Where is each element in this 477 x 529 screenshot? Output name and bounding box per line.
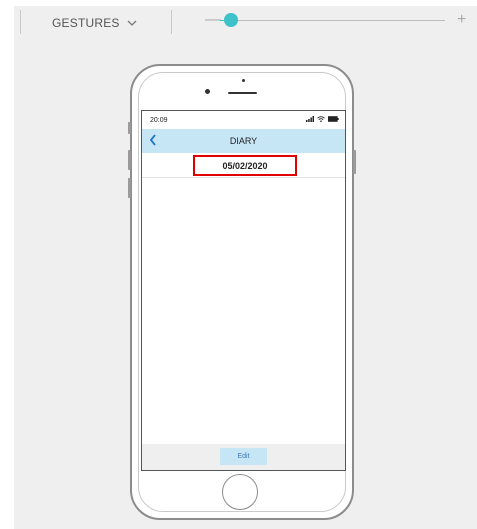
- wifi-icon: [317, 116, 325, 122]
- zoom-slider-track[interactable]: [220, 20, 445, 21]
- bottom-bar: Edit: [142, 444, 345, 470]
- status-bar: 20:09: [142, 111, 345, 129]
- signal-icon: [306, 116, 314, 122]
- battery-icon: [328, 116, 339, 122]
- date-highlight[interactable]: 05/02/2020: [193, 155, 297, 176]
- home-button[interactable]: [222, 474, 258, 510]
- gestures-label: GESTURES: [52, 16, 120, 30]
- phone-screen: 20:09 DIARY 05/02/2020 Edit: [141, 110, 346, 471]
- status-time: 20:09: [150, 117, 168, 124]
- chevron-down-icon: [127, 20, 137, 26]
- date-value: 05/02/2020: [222, 160, 268, 171]
- power-button: [353, 150, 356, 174]
- toolbar-divider: [171, 10, 172, 34]
- gestures-dropdown[interactable]: GESTURES: [52, 15, 138, 31]
- toolbar-divider: [20, 10, 21, 34]
- speaker-grille: [228, 92, 257, 94]
- status-icons: [306, 116, 339, 122]
- sensor-icon: [242, 79, 245, 82]
- zoom-in-button[interactable]: +: [457, 12, 466, 28]
- zoom-slider-knob[interactable]: [224, 13, 238, 27]
- zoom-out-button[interactable]: —: [205, 12, 221, 28]
- volume-up-button: [128, 150, 131, 170]
- nav-title: DIARY: [229, 136, 258, 146]
- date-row: 05/02/2020: [142, 153, 345, 178]
- volume-down-button: [128, 178, 131, 198]
- mute-switch: [128, 122, 131, 134]
- nav-bar: DIARY: [142, 129, 345, 153]
- camera-icon: [205, 89, 210, 94]
- edit-button[interactable]: Edit: [220, 448, 267, 465]
